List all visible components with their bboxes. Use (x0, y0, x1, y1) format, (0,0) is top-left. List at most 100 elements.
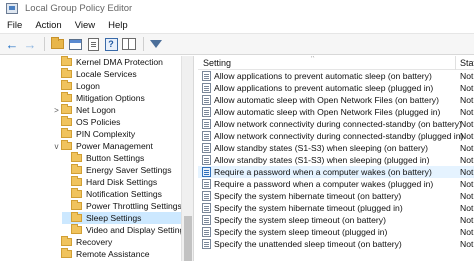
tree-item-mitigation-options[interactable]: Mitigation Options (52, 92, 145, 104)
tree-item-label: Button Settings (86, 153, 145, 163)
policy-setting-icon (202, 71, 211, 81)
window-title: Local Group Policy Editor (25, 3, 133, 14)
policy-setting-icon (202, 131, 211, 141)
tree-item-pin-complexity[interactable]: PIN Complexity (52, 128, 135, 140)
tree-item-os-policies[interactable]: OS Policies (52, 116, 120, 128)
export-list-icon[interactable] (85, 36, 101, 52)
policy-setting-icon (202, 83, 211, 93)
tree-item-label: Logon (76, 81, 100, 91)
help-icon[interactable]: ? (103, 36, 119, 52)
collapse-chevron-icon[interactable]: v (52, 142, 61, 151)
tree-scrollbar[interactable] (181, 56, 193, 261)
tree-item-hard-disk-settings[interactable]: Hard Disk Settings (62, 176, 157, 188)
list-item[interactable]: Require a password when a computer wakes… (198, 178, 474, 190)
setting-name: Allow automatic sleep with Open Network … (214, 95, 439, 105)
back-arrow-icon[interactable]: ← (4, 36, 20, 52)
policy-setting-icon (202, 227, 211, 237)
tree-scrollbar-thumb[interactable] (184, 216, 192, 261)
list-header: Setting ^ Stat (198, 56, 474, 70)
policy-setting-icon (202, 107, 211, 117)
setting-state: Not c (460, 215, 474, 225)
column-header-setting[interactable]: Setting (203, 58, 231, 68)
menu-file[interactable]: File (0, 20, 28, 31)
list-item[interactable]: Allow standby states (S1-S3) when sleepi… (198, 154, 474, 166)
folder-icon (71, 164, 82, 174)
setting-state: Not c (460, 95, 474, 105)
forward-arrow-icon[interactable]: → (22, 36, 38, 52)
list-item[interactable]: Specify the system sleep timeout (plugge… (198, 226, 474, 238)
tree-item-label: Power Management (76, 141, 153, 151)
sort-up-icon: ^ (311, 56, 315, 62)
folder-icon (61, 236, 72, 246)
setting-name: Allow standby states (S1-S3) when sleepi… (214, 143, 428, 153)
tree-item-button-settings[interactable]: Button Settings (62, 152, 144, 164)
setting-state: Not c (460, 155, 474, 165)
title-bar: Local Group Policy Editor (0, 0, 474, 17)
tree-item-recovery[interactable]: Recovery (52, 236, 112, 248)
toolbar-divider (44, 37, 45, 51)
tree-item-power-management[interactable]: v Power Management (52, 140, 153, 152)
setting-name: Specify the unattended sleep timeout (on… (214, 239, 402, 249)
filter-icon[interactable] (148, 36, 164, 52)
tree-item-label: Energy Saver Settings (86, 165, 172, 175)
tree-item-label: Recovery (76, 237, 113, 247)
menu-view[interactable]: View (68, 20, 101, 31)
setting-state: Not c (460, 239, 474, 249)
policy-setting-icon (202, 203, 211, 213)
policy-setting-icon (202, 119, 211, 129)
tree-item-energy-saver-settings[interactable]: Energy Saver Settings (62, 164, 172, 176)
tree-item-label: Locale Services (76, 69, 137, 79)
list-item[interactable]: Specify the system hibernate timeout (on… (198, 190, 474, 202)
tree-item-locale-services[interactable]: Locale Services (52, 68, 137, 80)
setting-state: Not c (460, 71, 474, 81)
list-item[interactable]: Specify the system sleep timeout (on bat… (198, 214, 474, 226)
extended-view-icon[interactable] (121, 36, 137, 52)
folder-icon (71, 200, 82, 210)
setting-name: Specify the system hibernate timeout (on… (214, 191, 402, 201)
setting-state: Not c (460, 131, 474, 141)
show-hide-tree-icon[interactable] (67, 36, 83, 52)
tree-item-sleep-settings[interactable]: Sleep Settings (62, 212, 181, 224)
toolbar-divider (143, 37, 144, 51)
tree-item-kernel-dma-protection[interactable]: Kernel DMA Protection (52, 56, 163, 68)
list-item-selected[interactable]: Require a password when a computer wakes… (198, 166, 474, 178)
folder-icon (61, 68, 72, 78)
column-divider[interactable] (455, 56, 456, 70)
folder-icon (61, 116, 72, 126)
list-item[interactable]: Allow applications to prevent automatic … (198, 70, 474, 82)
policy-setting-icon (202, 191, 211, 201)
list-item[interactable]: Specify the unattended sleep timeout (on… (198, 238, 474, 250)
policy-setting-icon (202, 155, 211, 165)
tree-item-label: Hard Disk Settings (86, 177, 158, 187)
expand-chevron-icon[interactable]: > (52, 106, 61, 115)
folder-icon (71, 152, 82, 162)
policy-setting-icon (202, 95, 211, 105)
tree-item-power-throttling-settings[interactable]: Power Throttling Settings (62, 200, 182, 212)
folder-icon (61, 56, 72, 66)
setting-state: Not c (460, 107, 474, 117)
list-item[interactable]: Allow automatic sleep with Open Network … (198, 94, 474, 106)
tree-item-notification-settings[interactable]: Notification Settings (62, 188, 162, 200)
folder-icon (71, 212, 82, 222)
menu-help[interactable]: Help (101, 20, 134, 31)
list-item[interactable]: Allow applications to prevent automatic … (198, 82, 474, 94)
list-item[interactable]: Allow network connectivity during connec… (198, 118, 474, 130)
tree-item-logon[interactable]: Logon (52, 80, 100, 92)
menu-action[interactable]: Action (28, 20, 67, 31)
list-item[interactable]: Allow network connectivity during connec… (198, 130, 474, 142)
tree-item-remote-assistance[interactable]: Remote Assistance (52, 248, 150, 260)
up-folder-icon[interactable] (49, 36, 65, 52)
folder-icon (61, 92, 72, 102)
list-item[interactable]: Allow standby states (S1-S3) when sleepi… (198, 142, 474, 154)
list-item[interactable]: Specify the system hibernate timeout (pl… (198, 202, 474, 214)
tree-item-net-logon[interactable]: > Net Logon (52, 104, 116, 116)
setting-name: Allow automatic sleep with Open Network … (214, 107, 441, 117)
tree-item-label: Sleep Settings (86, 213, 142, 223)
setting-name: Allow applications to prevent automatic … (214, 83, 434, 93)
column-header-state[interactable]: Stat (460, 58, 474, 68)
tree-item-video-and-display-settings[interactable]: Video and Display Settings (62, 224, 189, 236)
tree-item-label: Video and Display Settings (86, 225, 189, 235)
setting-state: Not c (460, 191, 474, 201)
policy-setting-icon (202, 179, 211, 189)
list-item[interactable]: Allow automatic sleep with Open Network … (198, 106, 474, 118)
